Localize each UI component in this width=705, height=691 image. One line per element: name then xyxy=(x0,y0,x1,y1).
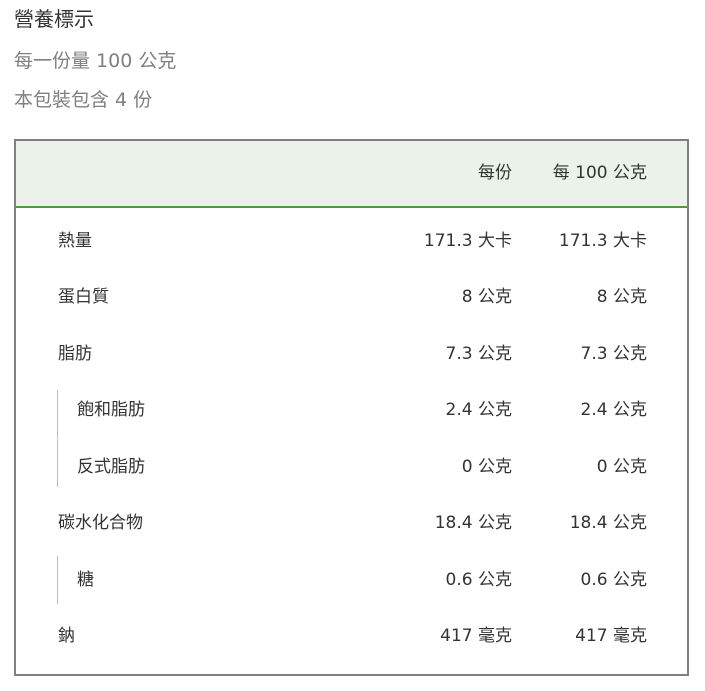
table-row-sugar: 糖 0.6 公克 0.6 公克 xyxy=(16,552,687,608)
per-serving-value: 7.3 公克 xyxy=(445,344,512,364)
nutrient-name: 碳水化合物 xyxy=(58,513,143,533)
serving-size: 每一份量 100 公克 xyxy=(14,50,177,72)
per-100g-value: 0.6 公克 xyxy=(580,570,647,590)
per-100g-value: 2.4 公克 xyxy=(580,400,647,420)
nutrient-name: 熱量 xyxy=(58,231,92,251)
per-serving-value: 2.4 公克 xyxy=(445,400,512,420)
per-100g-value: 417 毫克 xyxy=(575,626,647,646)
per-100g-value: 7.3 公克 xyxy=(580,344,647,364)
per-100g-value: 171.3 大卡 xyxy=(558,231,647,251)
indent-bar xyxy=(57,556,58,604)
nutrient-name: 鈉 xyxy=(58,626,75,646)
table-row-protein: 蛋白質 8 公克 8 公克 xyxy=(16,269,687,325)
per-100g-value: 18.4 公克 xyxy=(569,513,647,533)
nutrition-table: 每份 每 100 公克 熱量 171.3 大卡 171.3 大卡 蛋白質 8 公… xyxy=(14,139,689,676)
nutrient-name: 糖 xyxy=(77,570,94,590)
nutrient-name: 蛋白質 xyxy=(58,287,109,307)
indent-bar xyxy=(57,390,58,438)
per-serving-value: 0 公克 xyxy=(461,457,512,477)
page-title: 營養標示 xyxy=(14,7,94,31)
table-row-sodium: 鈉 417 毫克 417 毫克 xyxy=(16,608,687,664)
per-100g-value: 8 公克 xyxy=(596,287,647,307)
indent-bar xyxy=(57,439,58,487)
per-serving-value: 171.3 大卡 xyxy=(423,231,512,251)
table-row-fat: 脂肪 7.3 公克 7.3 公克 xyxy=(16,326,687,382)
table-row-carbohydrates: 碳水化合物 18.4 公克 18.4 公克 xyxy=(16,495,687,551)
table-header: 每份 每 100 公克 xyxy=(16,141,687,208)
nutrient-name: 反式脂肪 xyxy=(77,457,145,477)
per-serving-value: 0.6 公克 xyxy=(445,570,512,590)
per-serving-value: 18.4 公克 xyxy=(434,513,512,533)
table-row-trans-fat: 反式脂肪 0 公克 0 公克 xyxy=(16,439,687,495)
column-header-per-serving: 每份 xyxy=(478,163,512,183)
table-row-calories: 熱量 171.3 大卡 171.3 大卡 xyxy=(16,213,687,269)
per-100g-value: 0 公克 xyxy=(596,457,647,477)
per-serving-value: 8 公克 xyxy=(461,287,512,307)
per-serving-value: 417 毫克 xyxy=(440,626,512,646)
servings-per-package: 本包裝包含 4 份 xyxy=(14,89,153,111)
nutrient-name: 飽和脂肪 xyxy=(77,400,145,420)
table-row-saturated-fat: 飽和脂肪 2.4 公克 2.4 公克 xyxy=(16,382,687,438)
nutrient-name: 脂肪 xyxy=(58,344,92,364)
column-header-per-100g: 每 100 公克 xyxy=(552,163,647,183)
